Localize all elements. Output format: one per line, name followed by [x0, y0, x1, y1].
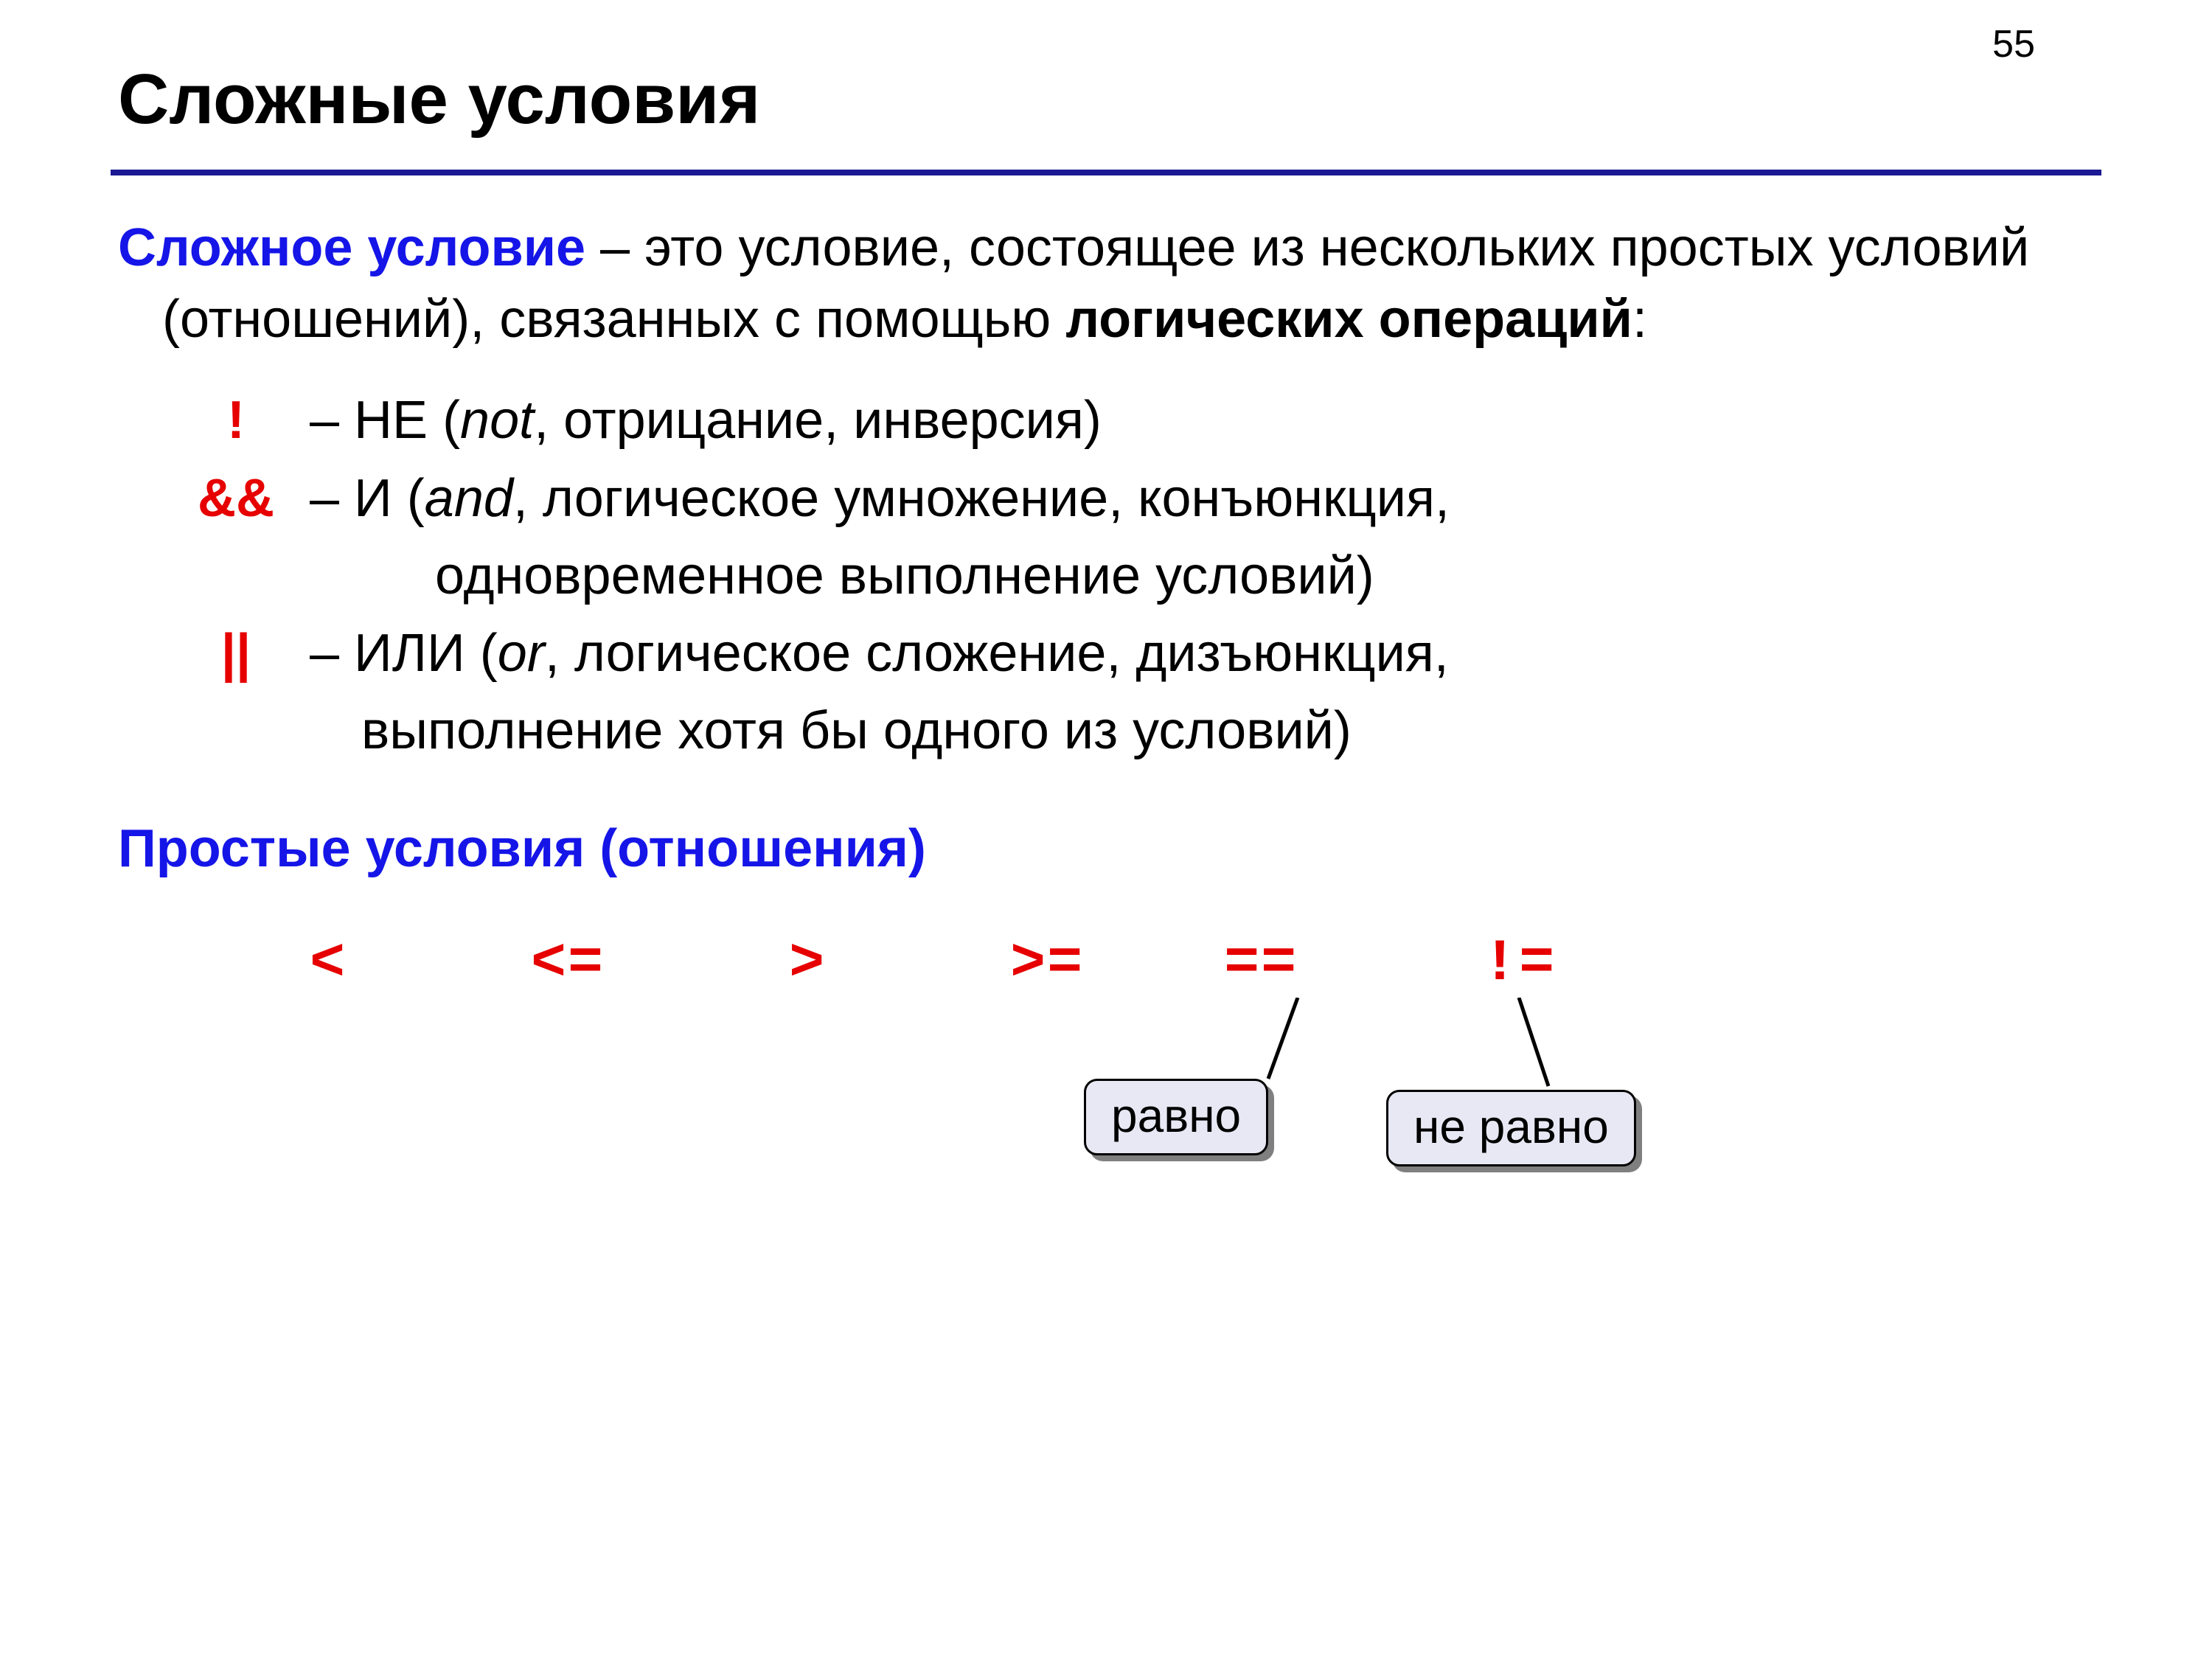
op-or-prefix: – ИЛИ ( — [310, 624, 498, 683]
rel-ne: != — [1482, 931, 1556, 998]
op-and-row: && – И (and, логическое умножение, конъю… — [118, 463, 2094, 535]
op-and-en: and — [425, 469, 513, 528]
rel-gt: > — [789, 931, 826, 998]
callout-ne: не равно — [1386, 1090, 1636, 1166]
op-or-desc: – ИЛИ (or, логическое сложение, дизъюнкц… — [310, 618, 2094, 689]
op-not-prefix: – НЕ ( — [310, 391, 460, 450]
slide-title: Сложные условия — [118, 59, 2094, 155]
callout-ne-pointer — [1504, 998, 1563, 1093]
relational-operators-row: < <= > >= == != — [118, 931, 2094, 998]
definition-bold: логических операций — [1065, 290, 1632, 349]
op-and-desc: – И (and, логическое умножение, конъюнкц… — [310, 463, 2094, 535]
operators-list: ! – НЕ (not, отрицание, инверсия) && – И… — [118, 385, 2094, 767]
op-and-cont: одновременное выполнение условий) — [118, 540, 2094, 612]
callout-eq: равно — [1084, 1079, 1268, 1155]
rel-eq: == — [1224, 931, 1298, 998]
rel-ge: >= — [1010, 931, 1084, 998]
title-rule — [111, 170, 2101, 175]
op-not-symbol: ! — [118, 385, 310, 456]
rel-le: <= — [531, 931, 605, 998]
op-or-row: || – ИЛИ (or, логическое сложение, дизъю… — [118, 618, 2094, 689]
slide: 55 Сложные условия Сложное условие – это… — [0, 0, 2212, 1659]
op-or-rest: , логическое сложение, дизъюнкция, — [545, 624, 1449, 683]
definition-term: Сложное условие — [118, 218, 585, 277]
op-not-desc: – НЕ (not, отрицание, инверсия) — [310, 385, 2094, 456]
op-and-prefix: – И ( — [310, 469, 425, 528]
callout-ne-text: не равно — [1413, 1100, 1609, 1153]
op-or-en: or — [498, 624, 545, 683]
op-not-row: ! – НЕ (not, отрицание, инверсия) — [118, 385, 2094, 456]
op-not-en: not — [460, 391, 534, 450]
op-and-symbol: && — [118, 463, 310, 535]
op-and-rest: , логическое умножение, конъюнкция, — [513, 469, 1450, 528]
definition-colon: : — [1632, 290, 1647, 349]
callouts-area: равно не равно — [118, 1005, 2094, 1197]
op-or-cont: выполнение хотя бы одного из условий) — [118, 695, 2094, 767]
callout-eq-text: равно — [1111, 1089, 1241, 1142]
page-number: 55 — [1992, 22, 2035, 66]
rel-lt: < — [310, 931, 347, 998]
op-not-rest: , отрицание, инверсия) — [534, 391, 1102, 450]
callout-eq-pointer — [1253, 998, 1312, 1086]
definition-paragraph: Сложное условие – это условие, состоящее… — [118, 212, 2094, 355]
op-or-symbol: || — [118, 618, 310, 689]
simple-conditions-heading: Простые условия (отношения) — [118, 818, 2094, 879]
